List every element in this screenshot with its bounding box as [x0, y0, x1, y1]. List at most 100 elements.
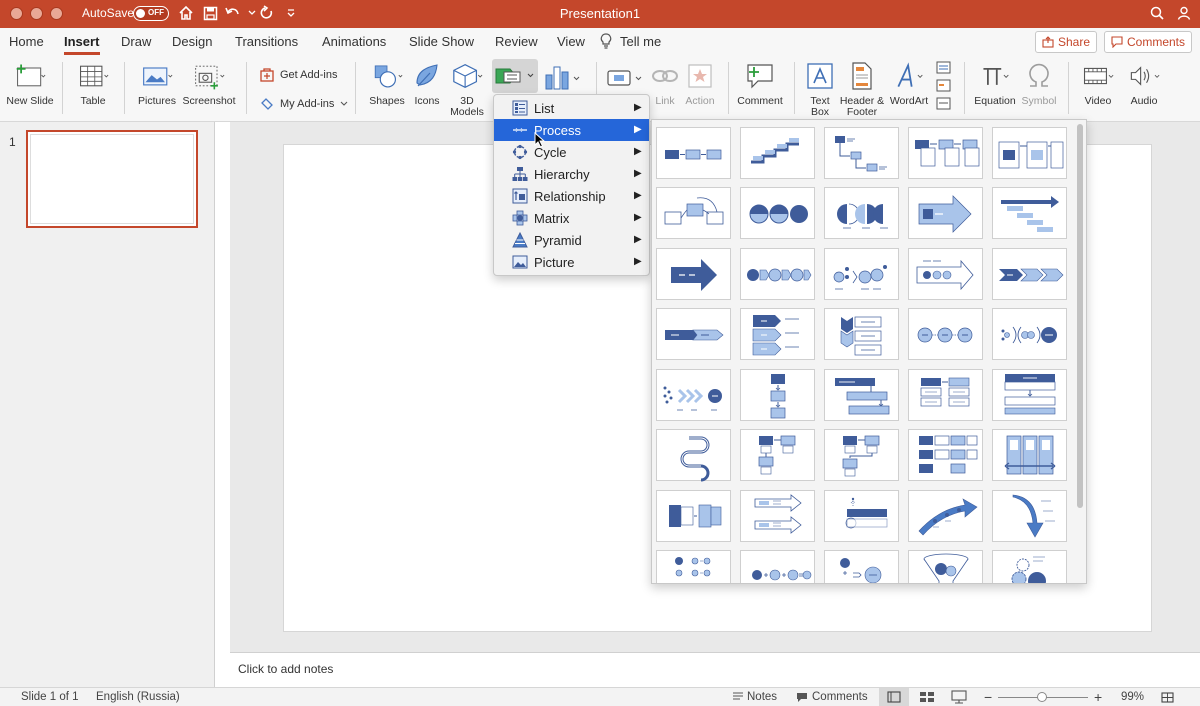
tab-design[interactable]: Design: [172, 34, 212, 49]
tab-home[interactable]: Home: [9, 34, 44, 49]
tab-animations[interactable]: Animations: [322, 34, 386, 49]
equation-label: Equation: [974, 95, 1016, 107]
wordart-button[interactable]: WordArt: [886, 60, 932, 107]
text-options-group[interactable]: [934, 60, 954, 114]
layout-process-list[interactable]: [908, 369, 983, 421]
my-addins-button[interactable]: My Add-ins: [260, 97, 348, 111]
tab-review[interactable]: Review: [495, 34, 538, 49]
video-button[interactable]: Video: [1076, 60, 1120, 107]
tab-insert[interactable]: Insert: [64, 34, 99, 49]
table-button[interactable]: Table: [70, 60, 116, 107]
layout-upward-arrow-process[interactable]: [992, 187, 1067, 239]
comments-toggle[interactable]: Comments: [812, 691, 868, 703]
tab-draw[interactable]: Draw: [121, 34, 151, 49]
comment-button[interactable]: Comment: [736, 60, 784, 107]
layout-circle-arrow-process[interactable]: [740, 248, 815, 300]
menu-item-hierarchy[interactable]: Hierarchy ▶: [494, 163, 649, 185]
menu-item-relationship[interactable]: Relationship ▶: [494, 185, 649, 207]
language-indicator[interactable]: English (Russia): [96, 691, 180, 703]
zoom-slider-handle[interactable]: [1037, 692, 1047, 702]
chart-button[interactable]: [542, 63, 586, 93]
layout-descending-block-list[interactable]: [908, 429, 983, 481]
layout-staggered-process[interactable]: [824, 369, 899, 421]
layout-sub-step-process[interactable]: [824, 490, 899, 542]
smartart-button[interactable]: [492, 59, 538, 93]
layout-closed-chevron-process[interactable]: [656, 308, 731, 360]
zoom-out-button[interactable]: −: [984, 689, 992, 705]
layout-vertical-equation[interactable]: [824, 550, 899, 583]
shapes-button[interactable]: Shapes: [364, 60, 410, 107]
link-button[interactable]: Link: [648, 60, 682, 107]
fit-to-window-icon[interactable]: [1161, 692, 1174, 706]
normal-view-button[interactable]: [879, 688, 909, 706]
text-box-button[interactable]: Text Box: [800, 60, 840, 118]
layout-half-circle-process[interactable]: [824, 187, 899, 239]
slide-thumbnail[interactable]: [26, 130, 198, 228]
tab-transitions[interactable]: Transitions: [235, 34, 298, 49]
layout-detailed-process[interactable]: [824, 248, 899, 300]
layout-vertical-chevron-list[interactable]: [740, 308, 815, 360]
layout-bending-process[interactable]: [824, 127, 899, 179]
symbol-button[interactable]: Symbol: [1018, 60, 1060, 107]
audio-button[interactable]: Audio: [1122, 60, 1166, 107]
layout-accent-process[interactable]: [908, 127, 983, 179]
layout-continuous-block-process[interactable]: [992, 127, 1067, 179]
header-footer-button[interactable]: Header & Footer: [838, 60, 886, 118]
icons-button[interactable]: Icons: [410, 60, 444, 107]
layout-converging-circles[interactable]: [992, 308, 1067, 360]
menu-item-process[interactable]: Process ▶: [494, 119, 649, 141]
layout-basic-bending-process[interactable]: [824, 429, 899, 481]
layout-interconnected-block-process[interactable]: [992, 429, 1067, 481]
notes-pane[interactable]: Click to add notes: [230, 652, 1200, 687]
equation-button[interactable]: Equation: [970, 60, 1020, 107]
layout-circle-process[interactable]: [740, 187, 815, 239]
share-button[interactable]: Share: [1035, 31, 1097, 53]
layout-repeating-bending-process[interactable]: [656, 429, 731, 482]
get-addins-button[interactable]: Get Add-ins: [260, 68, 337, 82]
layout-segmented-process[interactable]: [992, 369, 1067, 421]
account-icon[interactable]: [1175, 4, 1193, 22]
layout-basic-chevron-arrow[interactable]: [656, 248, 731, 300]
layout-picture-accent-process[interactable]: [656, 490, 731, 542]
layout-vertical-process[interactable]: [740, 369, 815, 421]
slide-sorter-button[interactable]: [916, 688, 938, 706]
menu-item-matrix[interactable]: Matrix ▶: [494, 207, 649, 229]
tab-slide-show[interactable]: Slide Show: [409, 34, 474, 49]
zoom-in-button[interactable]: +: [1094, 689, 1102, 705]
zoom-level[interactable]: 99%: [1121, 691, 1144, 703]
layout-arrow-ribbon[interactable]: [908, 248, 983, 300]
layout-basic-process[interactable]: [656, 127, 731, 179]
layout-circle-accent-timeline[interactable]: [656, 550, 731, 583]
tell-me-search[interactable]: Tell me: [620, 34, 661, 49]
action-button[interactable]: Action: [682, 60, 718, 107]
menu-item-cycle[interactable]: Cycle ▶: [494, 141, 649, 163]
gallery-scrollbar[interactable]: [1077, 124, 1083, 508]
screenshot-button[interactable]: Screenshot: [181, 60, 237, 107]
layout-process-arrows[interactable]: [908, 187, 983, 239]
menu-item-list[interactable]: List ▶: [494, 97, 649, 119]
menu-item-pyramid[interactable]: Pyramid ▶: [494, 229, 649, 251]
layout-equation[interactable]: [740, 550, 815, 583]
layout-vertical-accent-list[interactable]: [824, 308, 899, 360]
layout-alternating-flow[interactable]: [740, 429, 815, 481]
new-slide-button[interactable]: New Slide: [6, 60, 54, 107]
layout-upward-arrow[interactable]: [908, 490, 983, 542]
tab-view[interactable]: View: [557, 34, 585, 49]
pictures-button[interactable]: Pictures: [134, 60, 180, 107]
comments-button[interactable]: Comments: [1104, 31, 1192, 53]
layout-funnel[interactable]: [908, 550, 983, 583]
layout-circular-bending-process[interactable]: [656, 187, 731, 239]
reading-view-button[interactable]: [948, 688, 970, 706]
layout-repeating-bending-circles[interactable]: [908, 308, 983, 360]
media-control-button[interactable]: [604, 65, 648, 91]
layout-descending-process[interactable]: [992, 490, 1067, 542]
layout-step-up-process[interactable]: [740, 127, 815, 179]
layout-chevron-list[interactable]: [992, 248, 1067, 300]
layout-funnel-arrow[interactable]: [656, 369, 731, 421]
menu-item-picture[interactable]: Picture ▶: [494, 251, 649, 273]
search-icon[interactable]: [1148, 4, 1166, 22]
layout-accent-arrow-process[interactable]: [740, 490, 815, 542]
layout-gear[interactable]: [992, 550, 1067, 583]
notes-toggle[interactable]: Notes: [747, 691, 777, 703]
3d-models-button[interactable]: 3D Models: [446, 60, 488, 118]
